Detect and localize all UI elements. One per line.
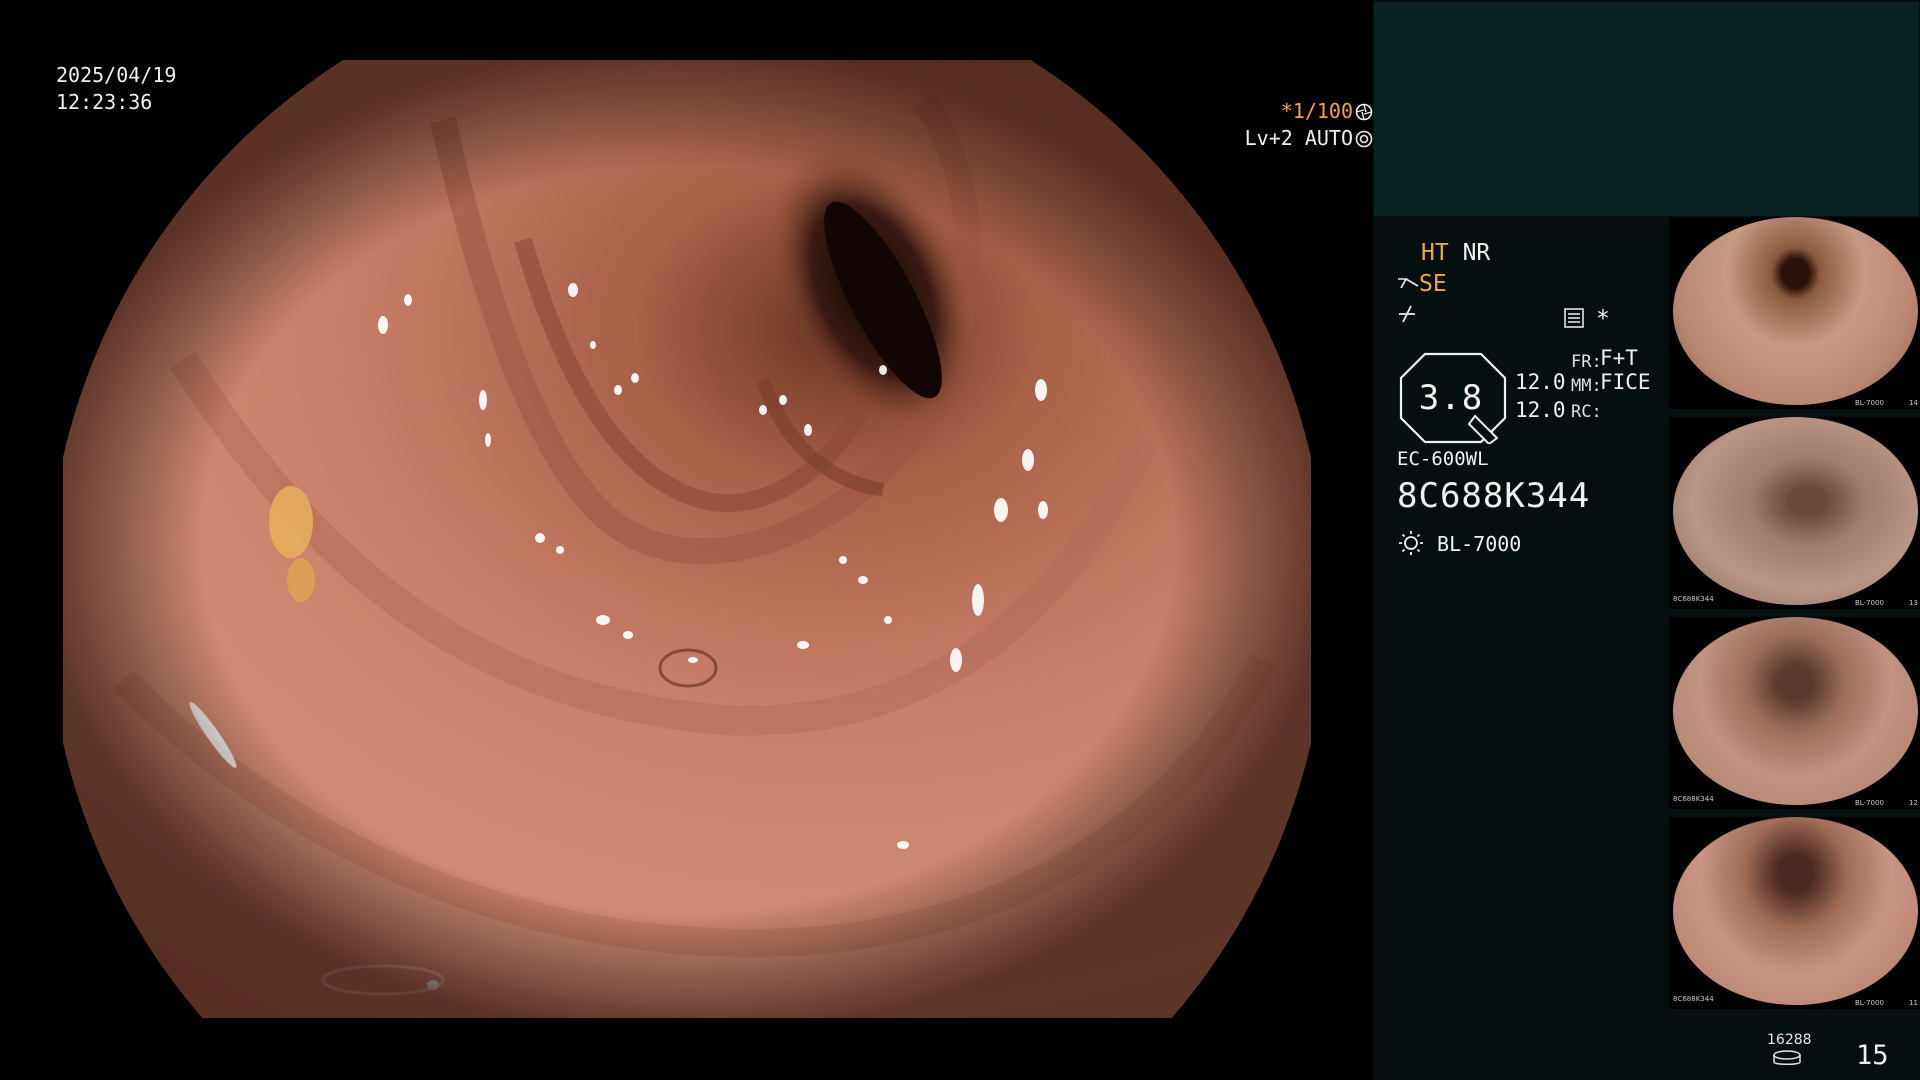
image-count: 15 [1856,1040,1889,1071]
mm-label: MM: [1571,376,1602,396]
se-row: SE [1397,271,1447,297]
thumbnail-1-source: BL-7000 [1855,399,1884,407]
enhance-icon [1398,278,1419,289]
thumbnail-2-serial: 8C688K344 [1673,595,1714,603]
ht-indicator: HT [1421,240,1449,266]
ht-nr-row: HT NR [1397,240,1490,266]
value-b: 12.0 [1515,398,1566,422]
thumbnail-4-serial: 8C688K344 [1673,995,1714,1003]
asterisk-mark: * [1596,306,1610,332]
thumbnail-2-source: BL-7000 [1855,599,1884,607]
thumbnail-1-index: 14 [1909,399,1918,407]
zoom-value: 3.8 [1418,378,1484,418]
mm-value: FICE [1600,370,1651,394]
structure-icon [1399,305,1415,323]
thumbnail-2-index: 13 [1909,599,1918,607]
scope-model: EC-600WL [1397,448,1489,470]
archive-count: 16288 [1767,1032,1812,1048]
thumbnail-3[interactable]: 8C688K344 BL-7000 12 [1669,617,1920,809]
endoscope-main-view: 2025/04/19 12:23:36 *1/100 Lv+2 AUTO [0,0,1373,1080]
fr-label: FR: [1571,352,1602,372]
shutter-info: *1/100 Lv+2 AUTO [48,98,1373,152]
thumbnail-1[interactable]: BL-7000 14 [1669,217,1920,409]
date-text: 2025/04/19 [56,63,177,87]
iris-icon [1355,130,1373,148]
nr-indicator: NR [1462,240,1491,266]
level-mode: Lv+2 AUTO [1244,126,1353,150]
fr-value: F+T [1600,346,1638,370]
rc-label: RC: [1571,402,1602,422]
light-source-text: BL-7000 [1437,532,1522,556]
thumbnail-4-source: BL-7000 [1855,999,1884,1007]
thumbnail-3-serial: 8C688K344 [1673,795,1714,803]
right-info-panel: HT NR SE * 3.8 12.0 12.0 FR: F+T MM: FIC… [1373,0,1920,1080]
thumbnail-4[interactable]: 8C688K344 BL-7000 11 [1669,817,1920,1009]
thumbnail-3-index: 12 [1909,799,1918,807]
light-source-icon [1399,531,1423,555]
endoscopic-image [63,60,1311,1018]
light-source-row: BL-7000 [1397,530,1521,556]
settings-menu-icon [1564,308,1584,328]
thumbnail-3-source: BL-7000 [1855,799,1884,807]
thumbnail-2[interactable]: 8C688K344 BL-7000 13 [1669,417,1920,609]
aperture-icon [1355,103,1373,121]
top-preview-box [1374,2,1919,216]
value-a: 12.0 [1515,370,1566,394]
shutter-speed: *1/100 [1280,99,1353,123]
scope-serial: 8C688K344 [1397,476,1591,516]
storage-icon [1773,1050,1801,1065]
filter-row [1397,304,1419,330]
se-indicator: SE [1419,271,1447,297]
thumbnail-4-index: 11 [1909,999,1918,1007]
